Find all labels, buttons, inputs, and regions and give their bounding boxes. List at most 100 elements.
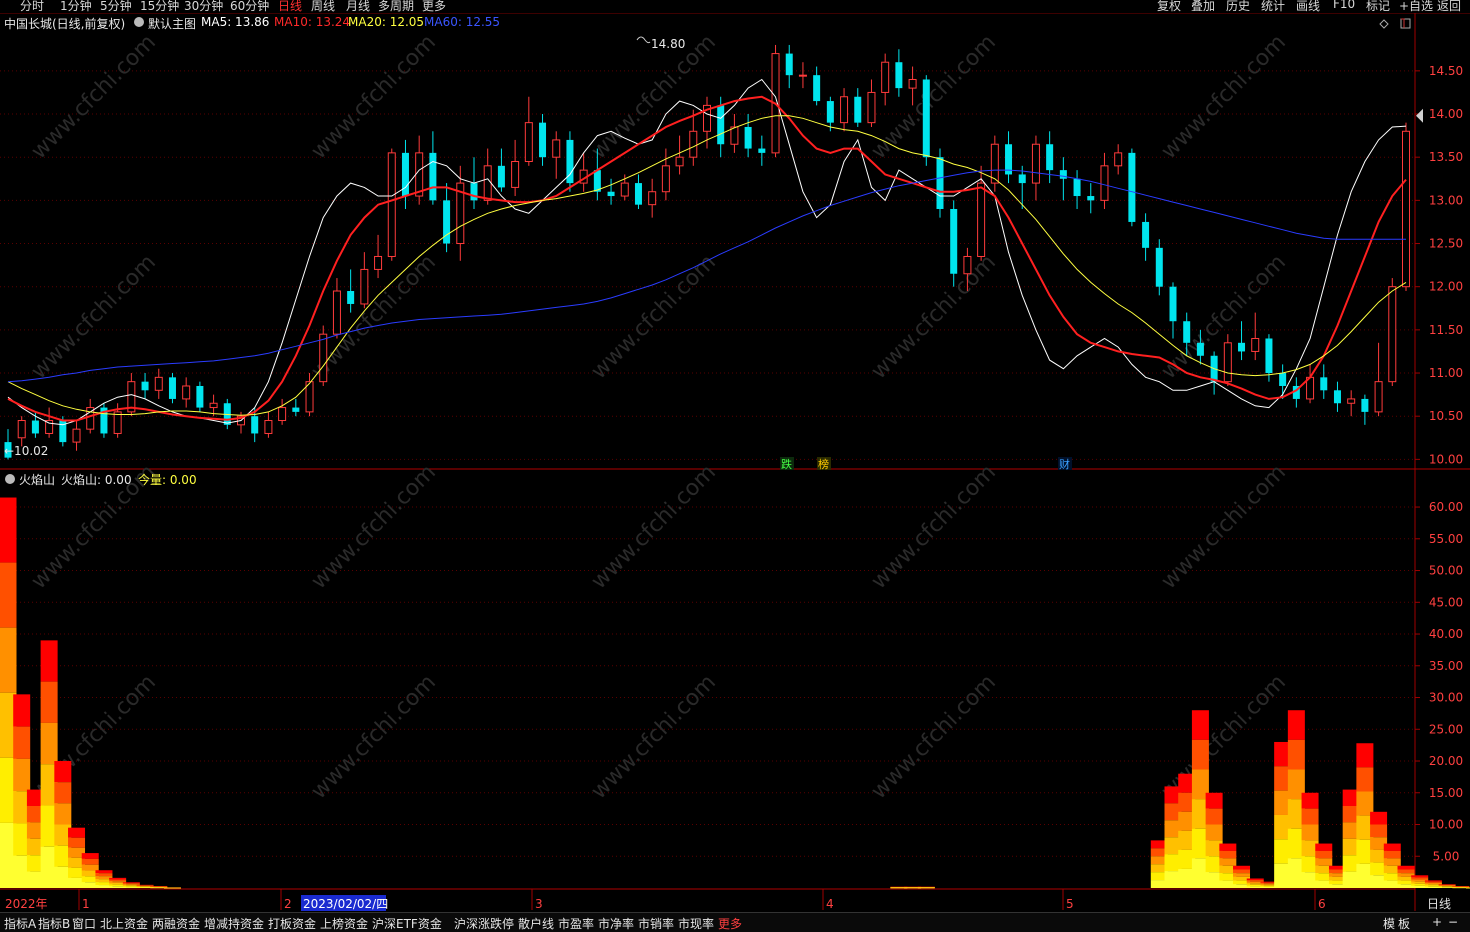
candle-down: [196, 385, 204, 408]
period-tab-1[interactable]: 1分钟: [60, 0, 92, 13]
watermark: www.cfchi.com: [27, 250, 161, 384]
period-tab-10[interactable]: 更多: [422, 0, 446, 13]
candle-down: [470, 183, 478, 201]
indicator-tick-label: 40.00: [1429, 627, 1463, 641]
flame-bar: [1315, 850, 1333, 859]
template-label[interactable]: 默认主图: [148, 15, 196, 32]
flame-bar: [1383, 850, 1401, 859]
indicator-name[interactable]: 火焰山: [19, 471, 55, 488]
tool-button-7[interactable]: +自选: [1399, 0, 1433, 13]
candle-down: [1361, 398, 1369, 412]
bottom-tab-11[interactable]: 市盈率: [558, 915, 594, 932]
indicator-tick-label: 30.00: [1429, 691, 1463, 705]
candle-down: [141, 381, 149, 391]
flame-bar: [136, 884, 154, 886]
indicator-tick-label: 45.00: [1429, 595, 1463, 609]
bottom-tab-3[interactable]: 北上资金: [100, 915, 148, 932]
diamond-icon[interactable]: [1379, 19, 1389, 29]
bottom-tab-14[interactable]: 市现率: [678, 915, 714, 932]
period-tab-2[interactable]: 5分钟: [100, 0, 132, 13]
bottom-tab-13[interactable]: 市销率: [638, 915, 674, 932]
year-label: 2022年: [5, 897, 48, 911]
bottom-right-0[interactable]: 模: [1383, 915, 1395, 932]
bottom-right-1[interactable]: 板: [1398, 915, 1410, 932]
candle-down: [1196, 342, 1204, 356]
period-tab-9[interactable]: 多周期: [378, 0, 414, 13]
watermark: www.cfchi.com: [1157, 670, 1291, 804]
candle-down: [1142, 221, 1150, 248]
bottom-tab-12[interactable]: 市净率: [598, 915, 634, 932]
flame-bar: [1411, 875, 1429, 878]
watermark: www.cfchi.com: [587, 460, 721, 594]
tool-button-4[interactable]: 画线: [1296, 0, 1320, 13]
top-toolbar: 分时 1分钟 5分钟 15分钟 30分钟 60分钟 日线 周线 月线 多周期 更多 复权 叠加 历史 统计画…: [0, 0, 1470, 13]
indicator-dropdown-icon[interactable]: [5, 474, 15, 484]
flame-bar: [1466, 887, 1470, 889]
flame-bar: [95, 873, 113, 877]
bottom-tab-9[interactable]: 沪深涨跌停: [454, 915, 514, 932]
bottom-tab-6[interactable]: 打板资金: [268, 915, 316, 932]
flame-bar: [1411, 877, 1429, 880]
candle-up: [1100, 165, 1109, 201]
bottom-tab-5[interactable]: 增减持资金: [204, 915, 264, 932]
candle-up: [524, 122, 533, 163]
candle-down: [31, 420, 39, 434]
bottom-tab-10[interactable]: 散户线: [518, 915, 554, 932]
bottom-right-3[interactable]: −: [1448, 915, 1458, 929]
candle-down: [429, 152, 437, 201]
candle-up: [552, 139, 561, 158]
flame-bar: [1205, 824, 1223, 841]
stock-chart[interactable]: 14.50 14.00 13.50 13.00 12.50 12.00 11.50 11.00…: [0, 0, 1470, 931]
candle-down: [1238, 342, 1246, 352]
period-tab-4[interactable]: 30分钟: [184, 0, 223, 13]
candle-down: [634, 183, 642, 205]
candle-down: [1087, 196, 1095, 201]
price-tick-label: 12.50: [1429, 237, 1463, 251]
bottom-tab-7[interactable]: 上榜资金: [320, 915, 368, 932]
bottom-tab-8[interactable]: 沪深ETF资金: [372, 915, 442, 932]
flame-bar: [1397, 869, 1415, 874]
bottom-tab-0[interactable]: 指标A: [4, 915, 36, 932]
period-tab-7[interactable]: 周线: [311, 0, 335, 13]
tool-button-8[interactable]: 返回: [1437, 0, 1461, 13]
template-dropdown-icon[interactable]: [134, 17, 144, 27]
maximize-icon[interactable]: [1400, 18, 1411, 29]
bottom-tab-2[interactable]: 窗口: [72, 915, 96, 932]
bottom-tab-4[interactable]: 两融资金: [152, 915, 200, 932]
candle-down: [607, 191, 615, 197]
bottom-right-2[interactable]: +: [1432, 915, 1442, 929]
candle-up: [182, 385, 191, 400]
flame-bar: [917, 887, 935, 889]
tool-button-0[interactable]: 复权: [1157, 0, 1181, 13]
main-chart-header: 中国长城(日线,前复权) 默认主图 MA5: 13.86 MA10: 13.24…: [0, 14, 1000, 32]
bottom-tab-1[interactable]: 指标B: [38, 915, 70, 932]
stock-title[interactable]: 中国长城(日线,前复权): [4, 15, 125, 32]
tool-button-2[interactable]: 历史: [1226, 0, 1250, 13]
flame-bar: [1233, 865, 1251, 870]
watermark: www.cfchi.com: [1157, 30, 1291, 164]
month-label: 2: [284, 897, 292, 911]
period-tab-5[interactable]: 60分钟: [230, 0, 269, 13]
candle-up: [45, 420, 54, 434]
period-tab-8[interactable]: 月线: [346, 0, 370, 13]
period-tab-3[interactable]: 15分钟: [140, 0, 179, 13]
tool-button-1[interactable]: 叠加: [1191, 0, 1215, 13]
flame-bar: [1287, 710, 1305, 740]
tool-button-6[interactable]: 标记: [1366, 0, 1390, 13]
watermark: www.cfchi.com: [307, 30, 441, 164]
candle-up: [798, 74, 807, 77]
flame-bar: [81, 853, 99, 859]
flame-bar: [13, 694, 31, 727]
tool-button-3[interactable]: 统计: [1261, 0, 1285, 13]
candle-down: [922, 79, 930, 158]
bottom-tab-15[interactable]: 更多: [718, 915, 742, 932]
ma20-value: MA20: 12.05: [348, 15, 425, 29]
indicator-value: 火焰山: 0.00: [61, 473, 132, 487]
candle-up: [1388, 286, 1397, 383]
price-tick-label: 14.50: [1429, 64, 1463, 78]
tool-button-5[interactable]: F10: [1333, 0, 1355, 11]
period-tab-6[interactable]: 日线: [278, 0, 302, 13]
flame-bar: [0, 562, 17, 628]
watermark: www.cfchi.com: [867, 670, 1001, 804]
period-tab-0[interactable]: 分时: [20, 0, 44, 13]
